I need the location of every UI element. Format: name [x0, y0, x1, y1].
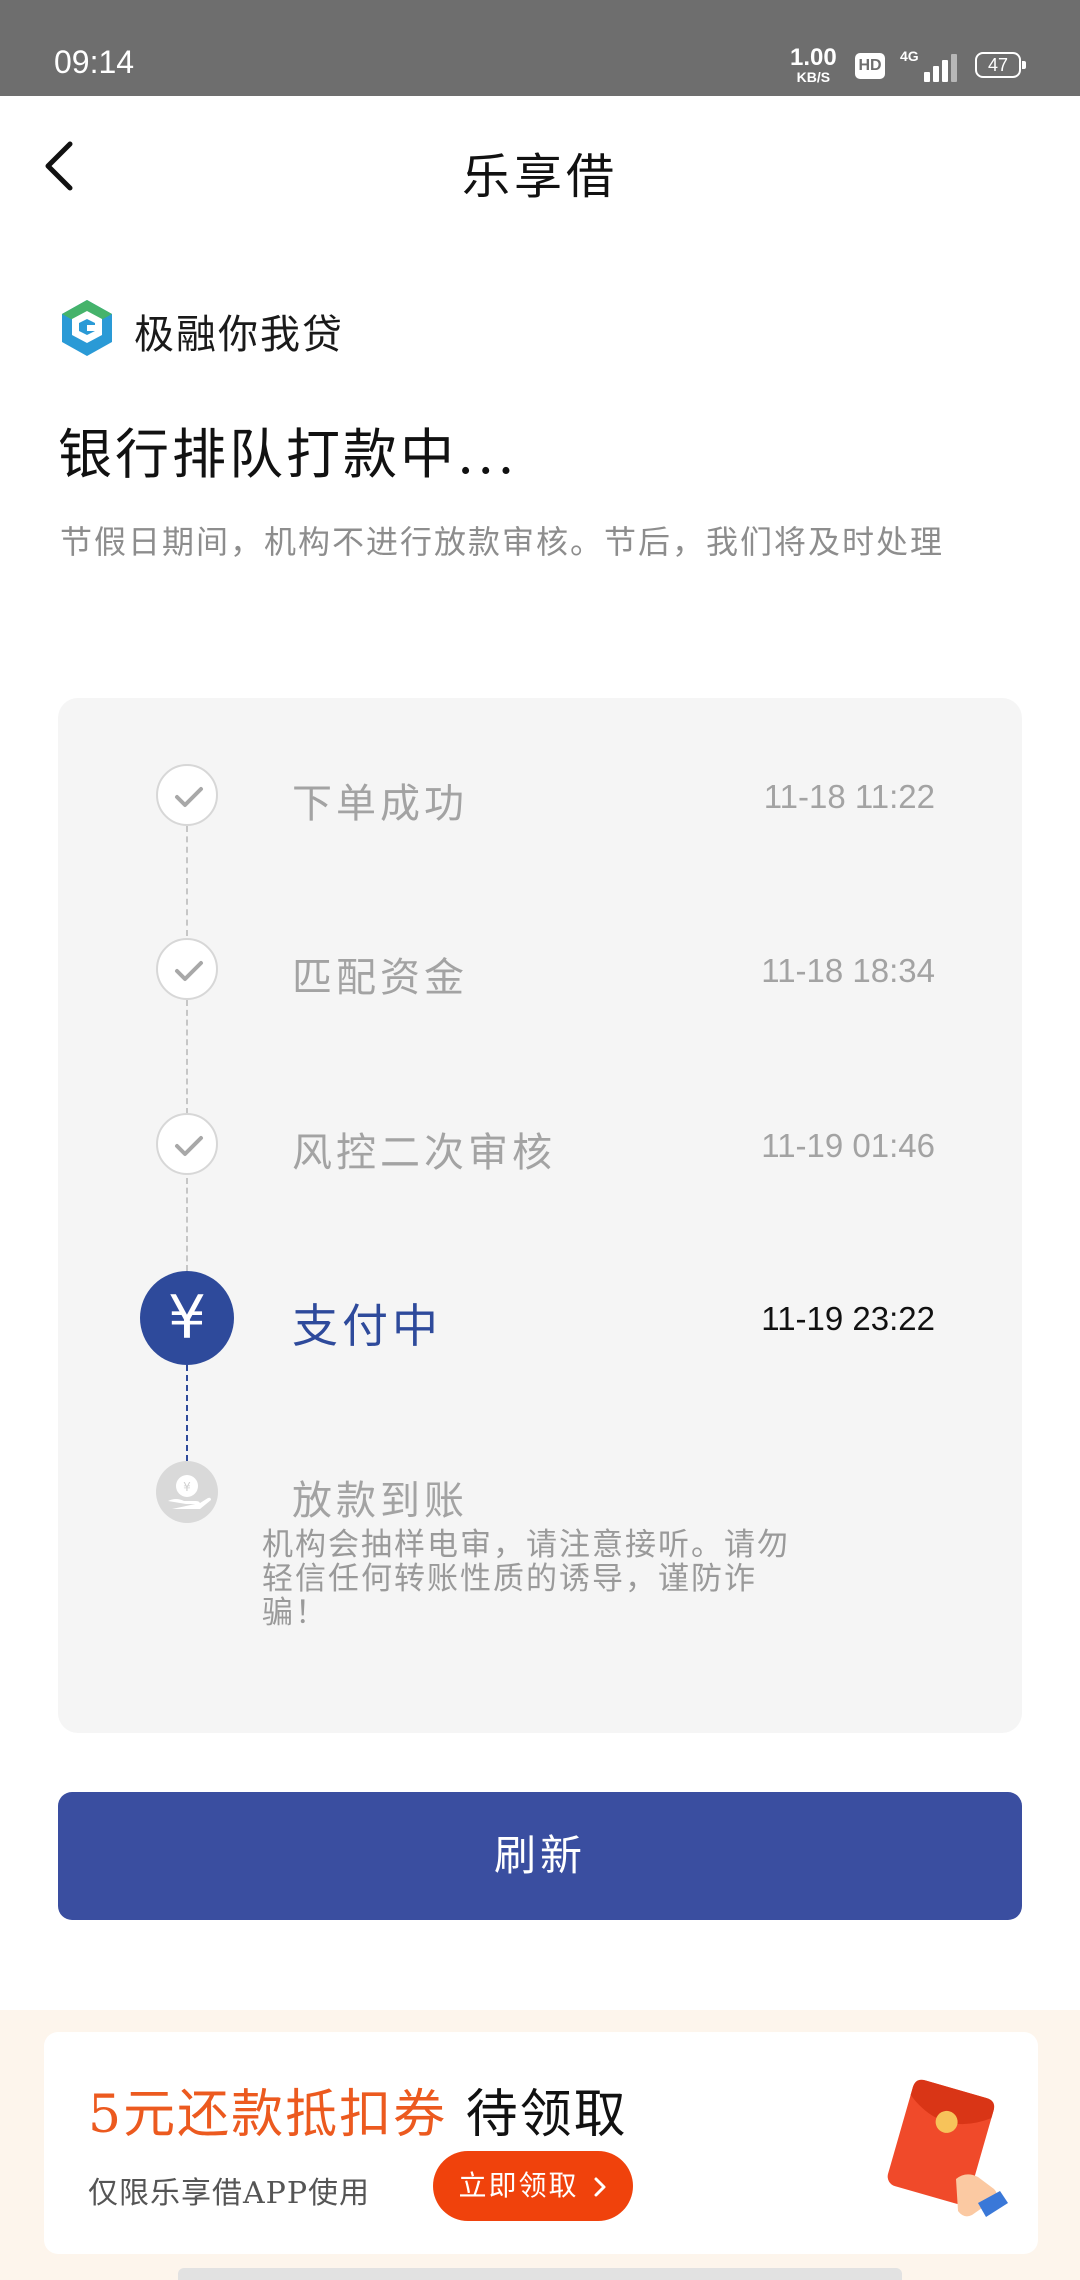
- promo-subtitle: 仅限乐享借APP使用: [88, 2176, 371, 2211]
- claim-now-button[interactable]: 立即领取: [433, 2151, 633, 2221]
- refresh-button[interactable]: 刷新: [58, 1792, 1022, 1920]
- promo-title-highlight: 5元还款抵扣券: [88, 2085, 448, 2145]
- bottom-scroll-indicator: [178, 2268, 902, 2280]
- status-bar: 09:14 1.00 KB/S HD 4G 47: [0, 0, 1080, 96]
- battery-icon: 47: [975, 52, 1026, 78]
- check-icon: [156, 764, 218, 826]
- check-icon: [156, 938, 218, 1000]
- status-heading: 银行排队打款中...: [58, 423, 518, 486]
- timeline-connector: [186, 1178, 188, 1271]
- step-time: 11-19 01:46: [761, 1127, 935, 1164]
- promo-title: 5元还款抵扣券 待领取: [88, 2072, 628, 2147]
- app-screen: 09:14 1.00 KB/S HD 4G 47 乐享借 极融你我贷 银行排队打…: [0, 0, 1080, 2280]
- yuan-icon: ¥: [140, 1271, 234, 1365]
- svg-text:¥: ¥: [183, 1480, 191, 1494]
- claim-now-label: 立即领取: [458, 2169, 579, 2202]
- page-title: 乐享借: [461, 149, 618, 205]
- step-time: 11-18 18:34: [761, 952, 935, 989]
- timeline-connector-active: [186, 1365, 188, 1461]
- status-time: 09:14: [54, 44, 135, 80]
- g-logo-icon: [62, 300, 112, 356]
- check-icon: [156, 1113, 218, 1175]
- network-speed: 1.00 KB/S: [790, 44, 837, 85]
- step-label: 放款到账: [292, 1478, 468, 1524]
- step-label-active: 支付中: [292, 1299, 442, 1353]
- step-fraud-warning: 机构会抽样电审，请注意接听。请勿轻信任何转账性质的诱导，谨防诈骗！: [262, 1527, 790, 1631]
- network-speed-value: 1.00: [790, 44, 837, 71]
- step-label: 匹配资金: [292, 955, 468, 1001]
- hd-icon: HD: [855, 53, 885, 79]
- chevron-right-icon: [594, 2177, 606, 2197]
- timeline-connector: [186, 1000, 188, 1114]
- step-label: 风控二次审核: [292, 1130, 556, 1176]
- step-time-active: 11-19 23:22: [761, 1300, 935, 1337]
- lender-name: 极融你我贷: [134, 312, 344, 358]
- timeline-connector: [186, 826, 188, 936]
- signal-icon: [918, 52, 958, 82]
- step-label: 下单成功: [292, 781, 468, 827]
- network-type: 4G: [900, 48, 919, 64]
- network-speed-unit: KB/S: [796, 69, 831, 85]
- red-envelope-icon: [887, 2079, 1008, 2217]
- status-note: 节假日期间，机构不进行放款审核。节后，我们将及时处理: [60, 523, 945, 561]
- step-time: 11-18 11:22: [763, 778, 935, 815]
- hand-coin-icon: ¥: [156, 1461, 218, 1523]
- promo-title-rest: 待领取: [465, 2085, 628, 2145]
